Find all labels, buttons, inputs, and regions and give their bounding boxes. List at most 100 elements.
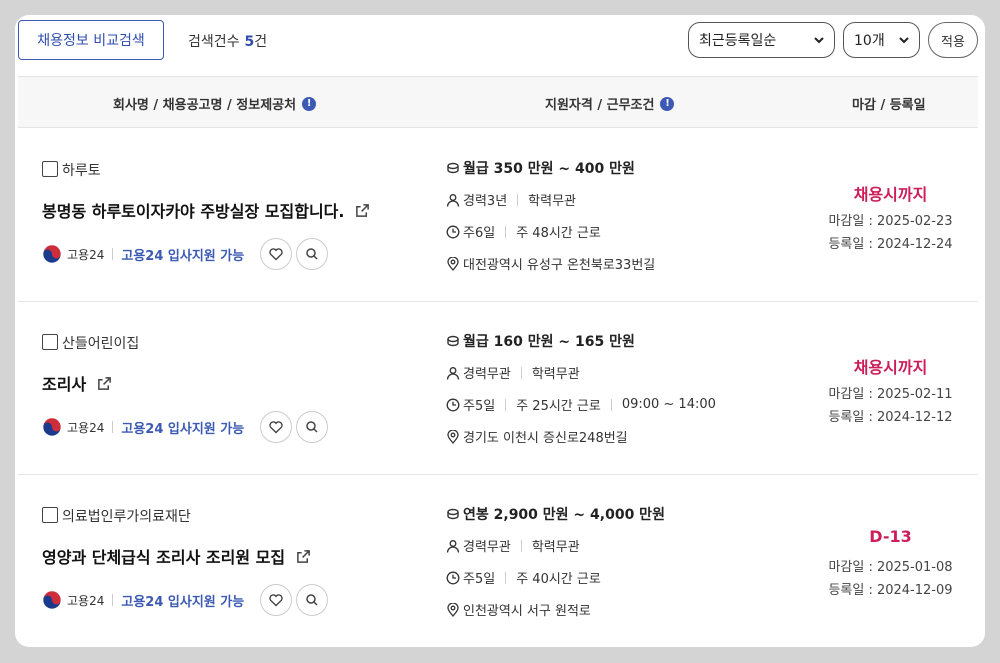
education-text: 학력무관: [528, 194, 576, 209]
clock-icon: [446, 225, 460, 238]
favorite-button[interactable]: [260, 411, 293, 443]
source-name: 고용24: [67, 247, 105, 262]
coin-icon: [447, 335, 459, 347]
source-info: 고용24 고용24 입사지원 가능: [42, 237, 329, 271]
chevron-down-icon: [814, 37, 824, 44]
compare-search-button[interactable]: 채용정보 비교검색: [18, 20, 164, 60]
person-icon: [446, 366, 460, 380]
divider: [112, 594, 114, 606]
apply-available-link[interactable]: 고용24 입사지원 가능: [121, 418, 244, 437]
korea-emblem-icon: [42, 244, 62, 264]
apply-available-link[interactable]: 고용24 입사지원 가능: [121, 591, 244, 610]
source-info: 고용24 고용24 입사지원 가능: [42, 583, 329, 617]
experience-text: 경력3년: [463, 194, 508, 209]
work-hours: 주 48시간 근로: [516, 226, 601, 241]
clock-icon: [446, 398, 460, 411]
page-size-select[interactable]: 10개: [843, 22, 920, 58]
divider: [505, 571, 507, 584]
divider: [112, 421, 114, 433]
heart-icon: [269, 594, 283, 607]
divider: [505, 225, 507, 238]
table-row: 의료법인루가의료재단 영양과 단체급식 조리사 조리원 모집 고용24 고용24…: [18, 475, 978, 647]
row-checkbox[interactable]: [42, 507, 58, 523]
preview-button[interactable]: [296, 238, 329, 270]
job-title-link[interactable]: 영양과 단체급식 조리사 조리원 모집: [42, 544, 311, 568]
work-schedule: 주6일 주 48시간 근로: [446, 222, 601, 241]
deadline-status: 채용시까지: [853, 358, 928, 377]
experience-info: 경력무관 학력무관: [446, 363, 580, 382]
pay-info: 월급 160 만원 ~ 165 만원: [446, 331, 635, 351]
preview-button[interactable]: [296, 411, 329, 443]
location-text: 대전광역시 유성구 온천북로33번길: [463, 258, 656, 273]
location-info: 대전광역시 유성구 온천북로33번길: [446, 254, 655, 273]
row-checkbox[interactable]: [42, 161, 58, 177]
job-title-link[interactable]: 조리사: [42, 371, 112, 395]
experience-text: 경력무관: [463, 367, 511, 382]
toolbar: 채용정보 비교검색 검색건수 5건 최근등록일순 10개 적용: [15, 15, 985, 73]
source-name: 고용24: [67, 420, 105, 435]
pay-info: 월급 350 만원 ~ 400 만원: [446, 158, 635, 178]
register-date: 등록일 : 2024-12-24: [828, 237, 953, 252]
location-pin-icon: [447, 602, 459, 617]
page-size-value: 10개: [854, 33, 885, 49]
divider: [505, 398, 507, 411]
column-header-company: 회사명 / 채용공고명 / 정보제공처 !: [113, 94, 317, 113]
divider: [517, 193, 519, 206]
column-header-company-label: 회사명 / 채용공고명 / 정보제공처: [113, 98, 297, 113]
column-header-qualification: 지원자격 / 근무조건 !: [545, 94, 675, 113]
work-time: 09:00 ~ 14:00: [621, 397, 716, 412]
search-icon: [306, 248, 318, 260]
register-date: 등록일 : 2024-12-12: [828, 410, 953, 425]
external-link-icon: [356, 203, 370, 217]
experience-info: 경력무관 학력무관: [446, 536, 580, 555]
heart-icon: [269, 421, 283, 434]
coin-icon: [447, 508, 459, 520]
preview-button[interactable]: [296, 584, 329, 616]
row-checkbox[interactable]: [42, 334, 58, 350]
table-header: 회사명 / 채용공고명 / 정보제공처 ! 지원자격 / 근무조건 ! 마감 /…: [18, 76, 978, 128]
result-count-label: 검색건수: [188, 34, 240, 50]
external-link-icon: [297, 549, 310, 563]
info-icon[interactable]: !: [660, 96, 675, 111]
experience-info: 경력3년 학력무관: [446, 190, 576, 209]
apply-available-link[interactable]: 고용24 입사지원 가능: [121, 245, 244, 264]
job-title-link[interactable]: 봉명동 하루토이자카야 주방실장 모집합니다.: [42, 198, 370, 222]
divider: [112, 248, 114, 260]
location-text: 인천광역시 서구 원적로: [463, 604, 591, 619]
divider: [520, 366, 522, 379]
company-name: 하루토: [62, 163, 101, 179]
deadline-status: 채용시까지: [853, 185, 928, 204]
job-title: 조리사: [42, 375, 87, 394]
job-title: 봉명동 하루토이자카야 주방실장 모집합니다.: [42, 202, 345, 221]
location-pin-icon: [447, 429, 459, 444]
education-text: 학력무관: [531, 367, 580, 382]
search-icon: [306, 594, 318, 606]
sort-select-value: 최근등록일순: [699, 33, 777, 49]
search-icon: [306, 421, 318, 433]
heart-icon: [269, 248, 283, 261]
result-count-value: 5: [244, 34, 255, 50]
location-text: 경기도 이천시 증신로248번길: [463, 431, 628, 446]
favorite-button[interactable]: [260, 238, 293, 270]
close-date: 마감일 : 2025-02-23: [828, 214, 953, 229]
register-date: 등록일 : 2024-12-09: [828, 583, 953, 598]
coin-icon: [447, 162, 459, 174]
work-days: 주6일: [463, 226, 496, 241]
pay-text: 월급 160 만원 ~ 165 만원: [463, 334, 635, 350]
apply-button[interactable]: 적용: [928, 22, 978, 58]
person-icon: [446, 193, 460, 207]
sort-select[interactable]: 최근등록일순: [688, 22, 835, 58]
source-name: 고용24: [67, 593, 105, 608]
location-pin-icon: [447, 256, 459, 271]
result-count-unit: 건: [254, 34, 268, 50]
job-search-panel: 채용정보 비교검색 검색건수 5건 최근등록일순 10개 적용 회사명 / 채용공…: [15, 15, 985, 647]
company-name: 의료법인루가의료재단: [62, 509, 191, 525]
info-icon[interactable]: !: [302, 96, 317, 111]
experience-text: 경력무관: [463, 540, 511, 555]
close-date: 마감일 : 2025-02-11: [828, 387, 953, 402]
favorite-button[interactable]: [260, 584, 293, 616]
chevron-down-icon: [899, 37, 909, 44]
work-hours: 주 25시간 근로: [516, 399, 601, 414]
divider: [610, 398, 612, 411]
work-hours: 주 40시간 근로: [516, 572, 601, 587]
